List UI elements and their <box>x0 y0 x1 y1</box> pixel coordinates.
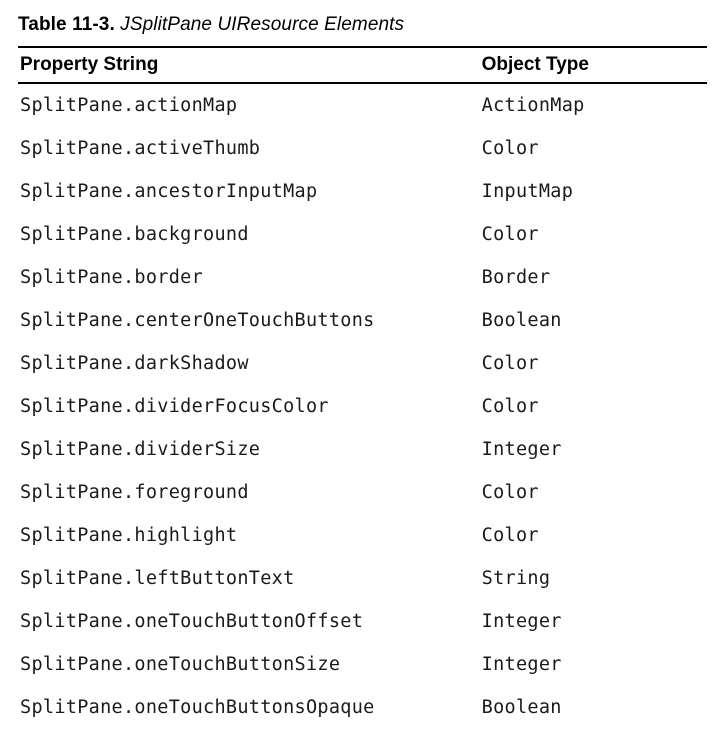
table-row: SplitPane.oneTouchButtonOffsetInteger <box>18 600 707 643</box>
table-row: SplitPane.activeThumbColor <box>18 127 707 170</box>
table-row: SplitPane.borderBorder <box>18 256 707 299</box>
cell-object-type: Color <box>480 342 707 385</box>
table-row: SplitPane.oneTouchButtonsOpaqueBoolean <box>18 686 707 729</box>
table-row: SplitPane.oneTouchButtonSizeInteger <box>18 643 707 686</box>
table-caption: Table 11-3. JSplitPane UIResource Elemen… <box>18 14 707 36</box>
table-row: SplitPane.actionMapActionMap <box>18 83 707 127</box>
header-property-string: Property String <box>18 47 480 83</box>
cell-object-type: String <box>480 557 707 600</box>
table-row: SplitPane.foregroundColor <box>18 471 707 514</box>
cell-object-type: Integer <box>480 600 707 643</box>
cell-object-type: Integer <box>480 428 707 471</box>
table-row: SplitPane.darkShadowColor <box>18 342 707 385</box>
cell-object-type: Color <box>480 471 707 514</box>
cell-object-type: Color <box>480 514 707 557</box>
cell-property-string: SplitPane.border <box>18 256 480 299</box>
table-title: JSplitPane UIResource Elements <box>120 14 404 35</box>
cell-object-type: Border <box>480 256 707 299</box>
cell-property-string: SplitPane.oneTouchButtonsOpaque <box>18 686 480 729</box>
cell-property-string: SplitPane.ancestorInputMap <box>18 170 480 213</box>
cell-property-string: SplitPane.dividerFocusColor <box>18 385 480 428</box>
cell-object-type: Boolean <box>480 299 707 342</box>
cell-object-type: InputMap <box>480 170 707 213</box>
table-number: Table 11-3. <box>18 14 115 35</box>
cell-property-string: SplitPane.foreground <box>18 471 480 514</box>
table-row: SplitPane.dividerFocusColorColor <box>18 385 707 428</box>
cell-object-type: Color <box>480 127 707 170</box>
table-row: SplitPane.dividerSizeInteger <box>18 428 707 471</box>
cell-object-type: Color <box>480 385 707 428</box>
table-row: SplitPane.highlightColor <box>18 514 707 557</box>
cell-property-string: SplitPane.leftButtonText <box>18 557 480 600</box>
table-header-row: Property String Object Type <box>18 47 707 83</box>
cell-property-string: SplitPane.actionMap <box>18 83 480 127</box>
cell-object-type: Integer <box>480 643 707 686</box>
header-object-type: Object Type <box>480 47 707 83</box>
cell-property-string: SplitPane.background <box>18 213 480 256</box>
cell-object-type: ActionMap <box>480 83 707 127</box>
cell-property-string: SplitPane.highlight <box>18 514 480 557</box>
table-row: SplitPane.centerOneTouchButtonsBoolean <box>18 299 707 342</box>
uiresource-table: Property String Object Type SplitPane.ac… <box>18 46 707 729</box>
cell-object-type: Color <box>480 213 707 256</box>
table-row: SplitPane.ancestorInputMapInputMap <box>18 170 707 213</box>
cell-property-string: SplitPane.oneTouchButtonSize <box>18 643 480 686</box>
cell-property-string: SplitPane.darkShadow <box>18 342 480 385</box>
page: Table 11-3. JSplitPane UIResource Elemen… <box>0 0 725 735</box>
cell-property-string: SplitPane.oneTouchButtonOffset <box>18 600 480 643</box>
cell-property-string: SplitPane.dividerSize <box>18 428 480 471</box>
cell-property-string: SplitPane.centerOneTouchButtons <box>18 299 480 342</box>
cell-property-string: SplitPane.activeThumb <box>18 127 480 170</box>
cell-object-type: Boolean <box>480 686 707 729</box>
table-row: SplitPane.backgroundColor <box>18 213 707 256</box>
table-row: SplitPane.leftButtonTextString <box>18 557 707 600</box>
table-body: SplitPane.actionMapActionMapSplitPane.ac… <box>18 83 707 729</box>
